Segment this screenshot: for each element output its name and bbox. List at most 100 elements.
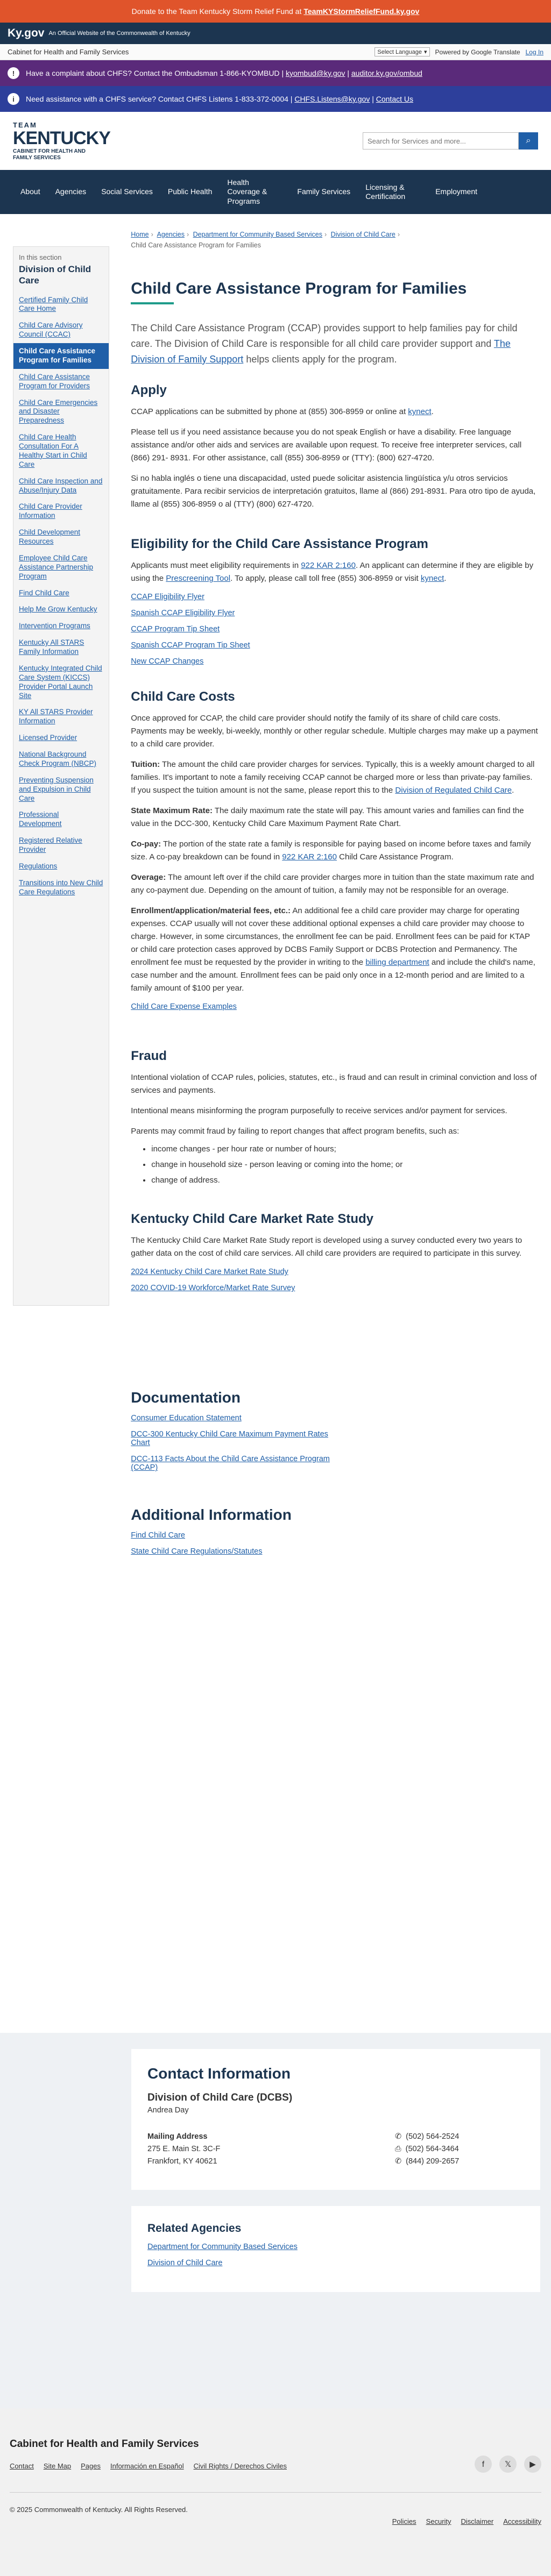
sidebar-item[interactable]: Kentucky All STARS Family Information: [13, 635, 109, 660]
apply-p1-end: .: [431, 407, 434, 417]
translate-label: Google Translate: [471, 48, 520, 56]
facebook-icon[interactable]: f: [475, 2456, 492, 2473]
sidebar-item[interactable]: Child Care Health Consultation For A Hea…: [13, 429, 109, 473]
footer-link[interactable]: Disclaimer: [461, 2517, 494, 2525]
sidebar-item[interactable]: Intervention Programs: [13, 618, 109, 635]
sidebar-item[interactable]: Preventing Suspension and Expulsion in C…: [13, 772, 109, 807]
fax-row: ⎙ (502) 564-3464: [395, 2143, 524, 2155]
footer-link[interactable]: Security: [426, 2517, 451, 2525]
nav-licensing[interactable]: Licensing & Certification: [358, 170, 428, 214]
sidebar-item[interactable]: Regulations: [13, 858, 109, 875]
sidebar-item[interactable]: Child Development Resources: [13, 524, 109, 550]
contact-us-link[interactable]: Contact Us: [376, 95, 413, 103]
x-icon[interactable]: 𝕏: [499, 2456, 517, 2473]
sidebar-item[interactable]: National Background Check Program (NBCP): [13, 746, 109, 772]
doc-link[interactable]: CCAP Program Tip Sheet: [131, 625, 538, 634]
breadcrumb-agencies[interactable]: Agencies: [157, 231, 185, 238]
sidebar-title[interactable]: Division of Child Care: [13, 261, 109, 292]
nav-about[interactable]: About: [13, 170, 48, 214]
breadcrumb-home[interactable]: Home: [131, 231, 149, 238]
sidebar-item[interactable]: Child Care Emergencies and Disaster Prep…: [13, 395, 109, 430]
login-link[interactable]: Log In: [526, 48, 543, 56]
nav-health-coverage[interactable]: Health Coverage & Programs: [220, 170, 289, 214]
doc-link[interactable]: State Child Care Regulations/Statutes: [131, 1547, 538, 1556]
team-kentucky-logo[interactable]: TEAM KENTUCKY Cabinet for Health and Fam…: [13, 121, 111, 161]
doc-link[interactable]: Find Child Care: [131, 1531, 538, 1540]
footer-links: Contact Site Map Pages Información en Es…: [10, 2462, 287, 2470]
billing-department-link[interactable]: billing department: [365, 958, 429, 967]
alert-sep: |: [372, 95, 374, 103]
documentation-links: Consumer Education Statement DCC-300 Ken…: [131, 1414, 335, 1472]
kar-link[interactable]: 922 KAR 2:160: [301, 561, 356, 570]
eligibility-paragraph: Applicants must meet eligibility require…: [131, 559, 538, 585]
footer-link[interactable]: Civil Rights / Derechos Civiles: [194, 2462, 287, 2470]
search-button[interactable]: ⌕: [519, 132, 538, 150]
breadcrumb-dcc[interactable]: Division of Child Care: [331, 231, 395, 238]
cabinet-name[interactable]: Cabinet for Health and Family Services: [8, 48, 129, 56]
sidebar-item[interactable]: Registered Relative Provider: [13, 832, 109, 858]
nav-public-health[interactable]: Public Health: [160, 170, 220, 214]
market-section: Kentucky Child Care Market Rate Study Th…: [131, 1212, 538, 1292]
doc-link[interactable]: Spanish CCAP Program Tip Sheet: [131, 641, 538, 650]
title-underline: [131, 302, 174, 304]
doc-link[interactable]: New CCAP Changes: [131, 657, 538, 666]
prescreening-tool-link[interactable]: Prescreening Tool: [166, 574, 230, 583]
language-select[interactable]: Select Language ▾: [375, 47, 430, 56]
sidebar-item[interactable]: Professional Development: [13, 807, 109, 832]
ombudsman-email-link[interactable]: kyombud@ky.gov: [286, 69, 345, 77]
kygov-official: An Official Website of the Commonwealth …: [48, 30, 190, 37]
youtube-icon[interactable]: ▶: [524, 2456, 541, 2473]
agency-link[interactable]: Division of Child Care: [147, 2259, 524, 2267]
footer-link[interactable]: Contact: [10, 2462, 34, 2470]
donate-link[interactable]: TeamKYStormReliefFund.ky.gov: [303, 7, 419, 16]
kynect-link[interactable]: kynect: [421, 574, 444, 583]
sidebar-item[interactable]: Help Me Grow Kentucky: [13, 601, 109, 618]
breadcrumb-dcbs[interactable]: Department for Community Based Services: [193, 231, 322, 238]
footer-link[interactable]: Accessibility: [503, 2517, 541, 2525]
sidebar-item[interactable]: Kentucky Integrated Child Care System (K…: [13, 660, 109, 705]
auditor-link[interactable]: auditor.ky.gov/ombud: [351, 69, 422, 77]
sidebar-item[interactable]: Transitions into New Child Care Regulati…: [13, 875, 109, 901]
footer-link[interactable]: Policies: [392, 2517, 416, 2525]
social-links: f 𝕏 ▶: [475, 2456, 541, 2473]
nav-family-services[interactable]: Family Services: [289, 170, 358, 214]
doc-link[interactable]: DCC-300 Kentucky Child Care Maximum Paym…: [131, 1430, 335, 1447]
sidebar-item[interactable]: KY All STARS Provider Information: [13, 704, 109, 730]
doc-link[interactable]: Consumer Education Statement: [131, 1414, 335, 1422]
sidebar-item[interactable]: Child Care Inspection and Abuse/Injury D…: [13, 473, 109, 499]
sidebar-item[interactable]: Child Care Advisory Council (CCAC): [13, 317, 109, 343]
sidebar-item[interactable]: Find Child Care: [13, 585, 109, 602]
footer-link[interactable]: Información en Español: [110, 2462, 184, 2470]
kygov-logo[interactable]: Ky.gov: [8, 27, 44, 40]
doc-link[interactable]: CCAP Eligibility Flyer: [131, 593, 538, 601]
doc-link[interactable]: DCC-113 Facts About the Child Care Assis…: [131, 1455, 335, 1472]
costs-section: Child Care Costs Once approved for CCAP,…: [131, 689, 538, 1011]
sidebar-item[interactable]: Child Care Provider Information: [13, 499, 109, 524]
agency-link[interactable]: Department for Community Based Services: [147, 2243, 524, 2251]
footer-link[interactable]: Site Map: [44, 2462, 71, 2470]
tollfree-number[interactable]: (844) 209-2657: [406, 2155, 459, 2168]
additional-section: Additional Information Find Child Care S…: [131, 1506, 538, 1556]
sidebar-item[interactable]: Certified Family Child Care Home: [13, 292, 109, 318]
nav-social-services[interactable]: Social Services: [94, 170, 160, 214]
doc-link[interactable]: 2024 Kentucky Child Care Market Rate Stu…: [131, 1268, 538, 1276]
fees-label: Enrollment/application/material fees, et…: [131, 906, 291, 916]
nav-employment[interactable]: Employment: [428, 170, 485, 214]
footer-legal: © 2025 Commonwealth of Kentucky. All Rig…: [10, 2492, 541, 2525]
sidebar-item-active[interactable]: Child Care Assistance Program for Famili…: [13, 343, 109, 369]
site-search: ⌕: [363, 132, 538, 150]
listens-email-link[interactable]: CHFS.Listens@ky.gov: [294, 95, 370, 103]
nav-agencies[interactable]: Agencies: [48, 170, 94, 214]
sidebar-item[interactable]: Child Care Assistance Program for Provid…: [13, 369, 109, 395]
expense-examples-link[interactable]: Child Care Expense Examples: [131, 1002, 538, 1011]
kar-link[interactable]: 922 KAR 2:160: [282, 852, 337, 862]
sidebar-item[interactable]: Licensed Provider: [13, 730, 109, 746]
doc-link[interactable]: Spanish CCAP Eligibility Flyer: [131, 609, 538, 617]
regulated-child-care-link[interactable]: Division of Regulated Child Care: [395, 786, 512, 795]
search-input[interactable]: [363, 132, 519, 150]
sidebar-item[interactable]: Employee Child Care Assistance Partnersh…: [13, 550, 109, 585]
kynect-link[interactable]: kynect: [408, 407, 431, 416]
footer-link[interactable]: Pages: [81, 2462, 101, 2470]
doc-link[interactable]: 2020 COVID-19 Workforce/Market Rate Surv…: [131, 1284, 538, 1292]
phone-number[interactable]: (502) 564-2524: [406, 2131, 459, 2143]
